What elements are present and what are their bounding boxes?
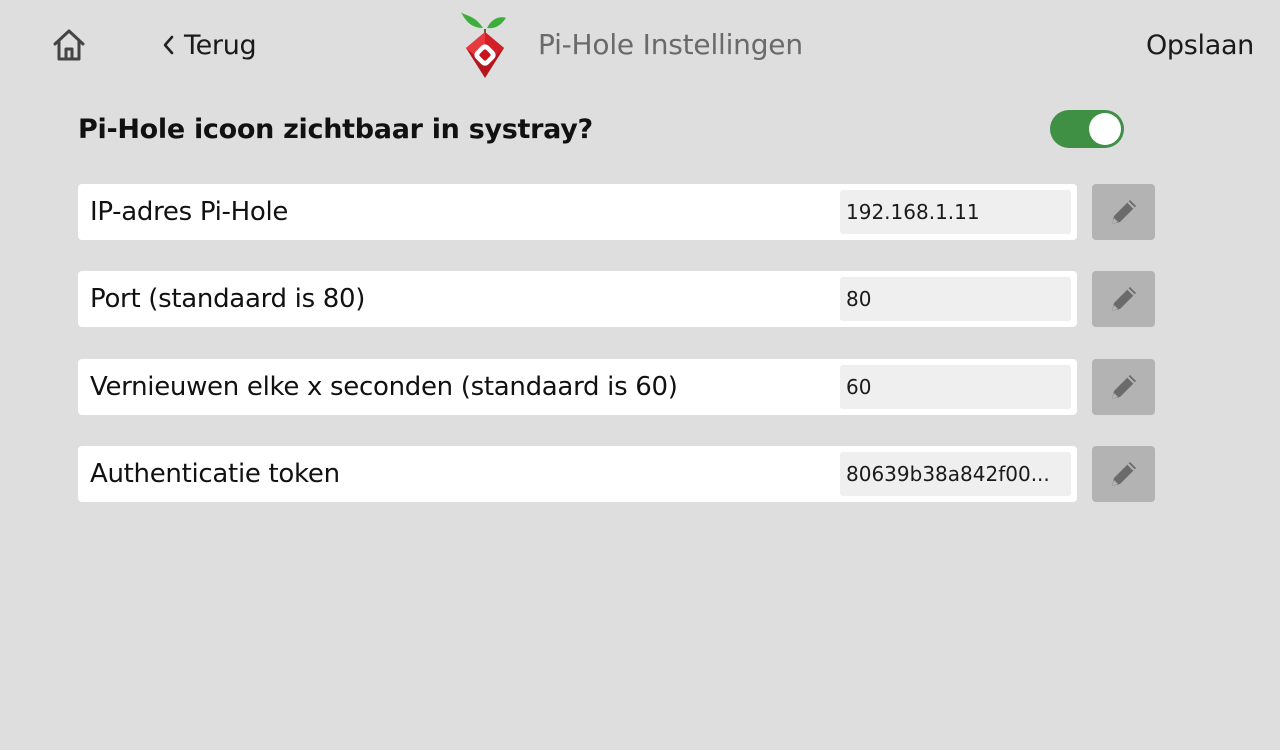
setting-label: IP-adres Pi-Hole <box>90 197 289 227</box>
save-button[interactable]: Opslaan <box>1146 26 1254 64</box>
edit-refresh-button[interactable] <box>1092 359 1155 415</box>
setting-refresh-interval: Vernieuwen elke x seconden (standaard is… <box>78 359 1155 415</box>
port-field[interactable]: 80 <box>840 277 1071 321</box>
systray-toggle-row: Pi-Hole icoon zichtbaar in systray? <box>78 108 1126 156</box>
setting-ip-address: IP-adres Pi-Hole 192.168.1.11 <box>78 184 1155 240</box>
setting-label: Port (standaard is 80) <box>90 284 366 314</box>
pencil-icon <box>1111 462 1136 486</box>
auth-token-field[interactable]: 80639b38a842f00... <box>840 452 1071 496</box>
pihole-logo <box>461 12 506 78</box>
systray-toggle[interactable] <box>1050 110 1124 148</box>
chevron-left-icon <box>158 33 178 57</box>
back-label: Terug <box>184 29 257 61</box>
back-button[interactable]: Terug <box>158 26 257 64</box>
ip-address-field[interactable]: 192.168.1.11 <box>840 190 1071 234</box>
edit-ip-button[interactable] <box>1092 184 1155 240</box>
toggle-knob <box>1089 113 1121 145</box>
setting-port: Port (standaard is 80) 80 <box>78 271 1155 327</box>
setting-label: Authenticatie token <box>90 459 340 489</box>
setting-card: Port (standaard is 80) 80 <box>78 271 1077 327</box>
systray-question: Pi-Hole icoon zichtbaar in systray? <box>78 114 593 145</box>
pencil-icon <box>1111 287 1136 311</box>
setting-auth-token: Authenticatie token 80639b38a842f00... <box>78 446 1155 502</box>
refresh-interval-field[interactable]: 60 <box>840 365 1071 409</box>
edit-token-button[interactable] <box>1092 446 1155 502</box>
setting-label: Vernieuwen elke x seconden (standaard is… <box>90 372 678 402</box>
setting-card: IP-adres Pi-Hole 192.168.1.11 <box>78 184 1077 240</box>
pencil-icon <box>1111 375 1136 399</box>
home-button[interactable] <box>48 24 90 66</box>
setting-card: Vernieuwen elke x seconden (standaard is… <box>78 359 1077 415</box>
page-title: Pi-Hole Instellingen <box>538 27 803 61</box>
setting-card: Authenticatie token 80639b38a842f00... <box>78 446 1077 502</box>
edit-port-button[interactable] <box>1092 271 1155 327</box>
top-bar: Terug Pi-Hole Instellingen Opslaan <box>0 0 1280 90</box>
app-brand: Pi-Hole Instellingen <box>456 8 803 80</box>
home-icon <box>53 29 85 61</box>
pencil-icon <box>1111 200 1136 224</box>
